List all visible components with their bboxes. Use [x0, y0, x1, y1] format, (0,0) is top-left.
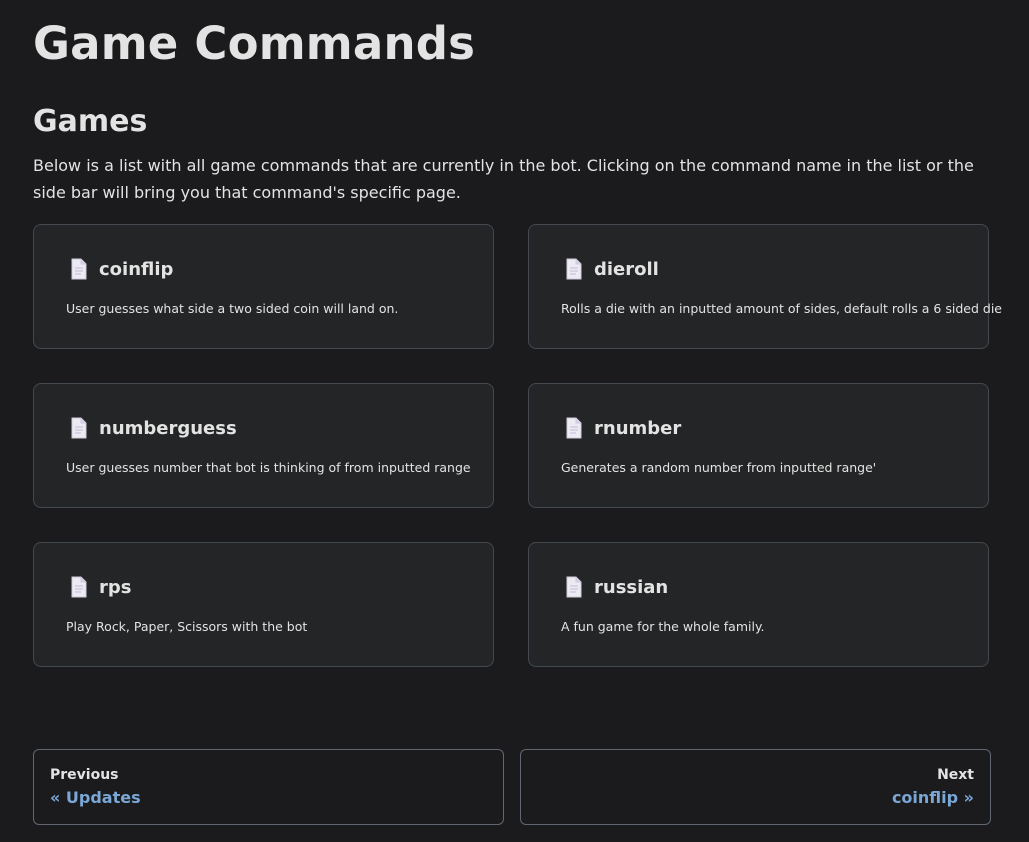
document-icon [71, 258, 87, 280]
page-title: Game Commands [33, 17, 476, 70]
card-title-row: russian [564, 576, 668, 598]
card-description: Generates a random number from inputted … [561, 460, 877, 475]
card-title: numberguess [99, 417, 237, 439]
card-description: Rolls a die with an inputted amount of s… [561, 301, 1002, 316]
document-icon [566, 417, 582, 439]
card-title-row: dieroll [564, 258, 659, 280]
card-title-row: coinflip [69, 258, 173, 280]
card-description: A fun game for the whole family. [561, 619, 765, 634]
previous-sublabel: Previous [50, 767, 119, 783]
card-title: coinflip [99, 258, 174, 280]
card-title-row: rps [69, 576, 131, 598]
card-description: User guesses what side a two sided coin … [66, 301, 399, 316]
document-icon [566, 576, 582, 598]
previous-page-link[interactable]: Previous « Updates [33, 749, 504, 825]
card-title: rps [99, 576, 132, 598]
next-sublabel: Next [937, 767, 974, 783]
card-rps[interactable]: rps Play Rock, Paper, Scissors with the … [33, 542, 494, 667]
card-title-row: rnumber [564, 417, 681, 439]
card-title: dieroll [594, 258, 659, 280]
card-description: User guesses number that bot is thinking… [66, 460, 471, 475]
card-numberguess[interactable]: numberguess User guesses number that bot… [33, 383, 494, 508]
card-description: Play Rock, Paper, Scissors with the bot [66, 619, 308, 634]
card-russian[interactable]: russian A fun game for the whole family. [528, 542, 989, 667]
document-icon [566, 258, 582, 280]
card-rnumber[interactable]: rnumber Generates a random number from i… [528, 383, 989, 508]
intro-text: Below is a list with all game commands t… [33, 156, 974, 202]
document-icon [71, 576, 87, 598]
card-dieroll[interactable]: dieroll Rolls a die with an inputted amo… [528, 224, 1002, 349]
card-title-row: numberguess [69, 417, 237, 439]
next-page-link[interactable]: Next coinflip » [520, 749, 991, 825]
previous-label: « Updates [50, 788, 141, 807]
document-icon [71, 417, 87, 439]
next-label: coinflip » [891, 788, 974, 807]
section-heading: Games [33, 104, 148, 139]
pagination-nav: Previous « Updates Next coinflip » [33, 749, 991, 825]
card-title: rnumber [594, 417, 682, 439]
card-coinflip[interactable]: coinflip User guesses what side a two si… [33, 224, 494, 349]
card-title: russian [594, 576, 669, 598]
